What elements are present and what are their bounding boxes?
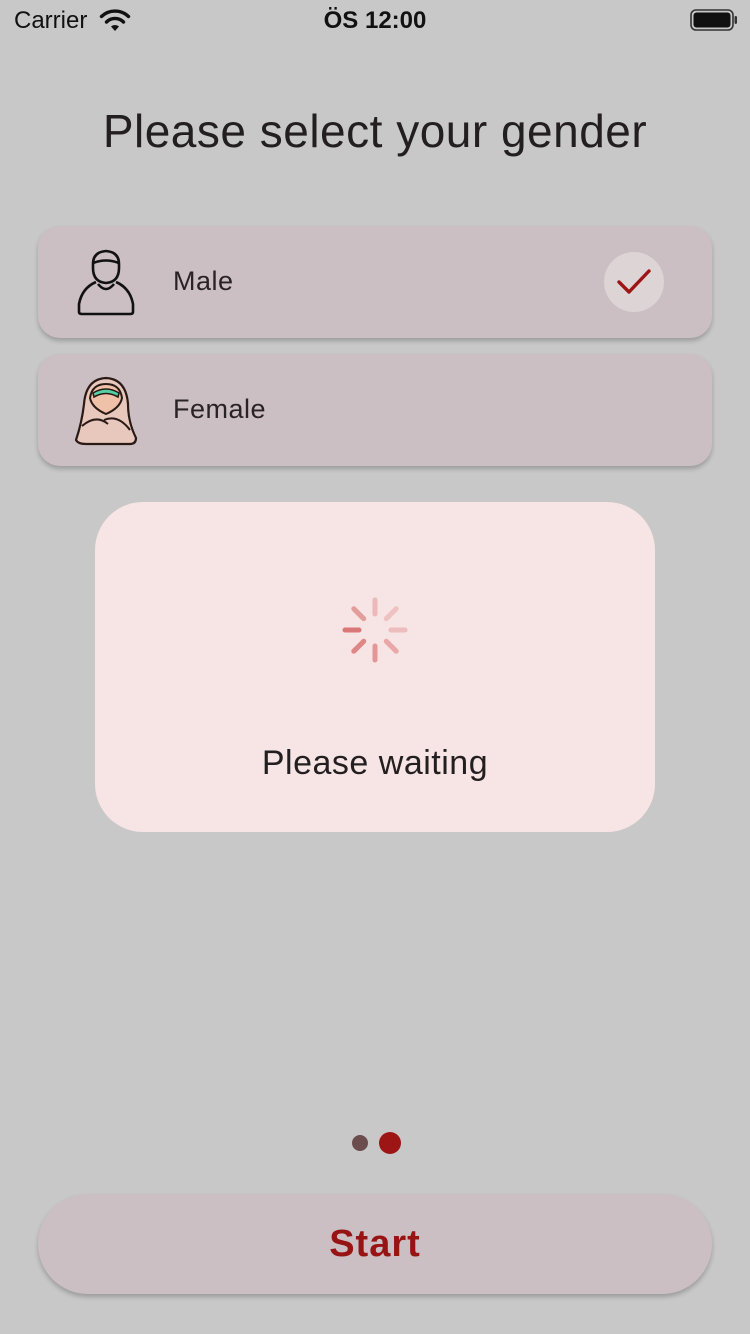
status-time: ÖS 12:00	[323, 7, 427, 34]
page-dot-1[interactable]	[352, 1135, 368, 1151]
male-person-icon	[77, 249, 135, 316]
option-label-female: Female	[173, 394, 267, 424]
page-dot-2-active[interactable]	[379, 1132, 401, 1154]
battery-icon	[690, 9, 737, 31]
gender-option-male[interactable]: Male	[38, 226, 712, 338]
gender-selection-screen: Carrier ÖS 12:00 Please select your gend…	[0, 0, 750, 1334]
start-button[interactable]: Start	[38, 1194, 712, 1294]
status-bar: Carrier ÖS 12:00	[0, 0, 750, 40]
spinner-icon	[342, 597, 408, 663]
selected-badge	[604, 252, 664, 312]
gender-option-female[interactable]: Female	[38, 354, 712, 466]
checkmark-icon	[617, 269, 651, 294]
loading-dialog: Please waiting	[95, 502, 655, 832]
option-label-male: Male	[173, 266, 234, 296]
loading-message: Please waiting	[261, 744, 489, 782]
page-title: Please select your gender	[102, 105, 648, 157]
page-indicator	[0, 1132, 750, 1156]
female-hijab-person-icon	[74, 376, 138, 446]
